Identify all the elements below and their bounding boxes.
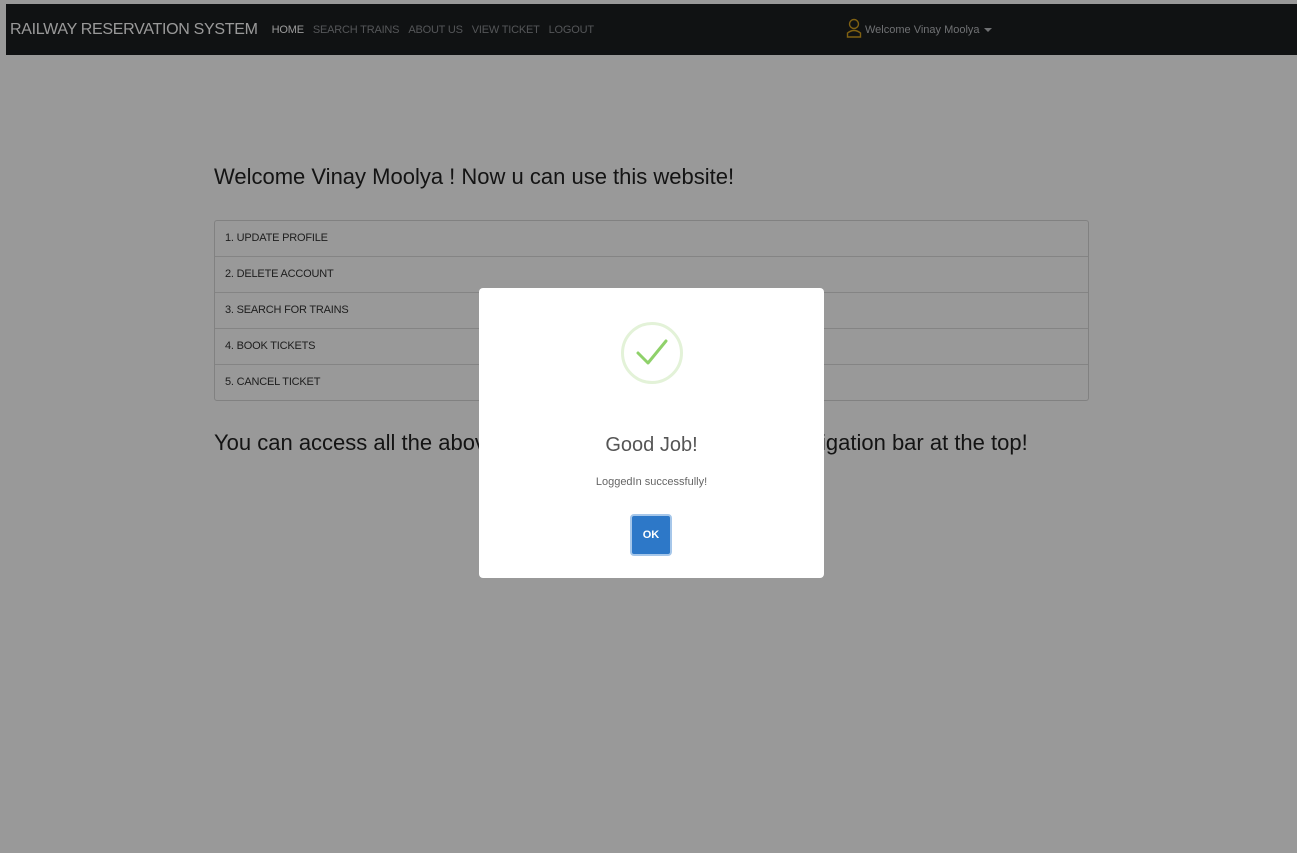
modal-title: Good Job! — [605, 434, 698, 456]
success-modal: Good Job! LoggedIn successfully! OK — [479, 288, 824, 578]
success-check-icon — [621, 322, 683, 384]
modal-message: LoggedIn successfully! — [595, 476, 708, 488]
ok-button[interactable]: OK — [630, 514, 672, 556]
page: RAILWAY RESERVATION SYSTEM HOME SEARCH T… — [0, 0, 1297, 853]
